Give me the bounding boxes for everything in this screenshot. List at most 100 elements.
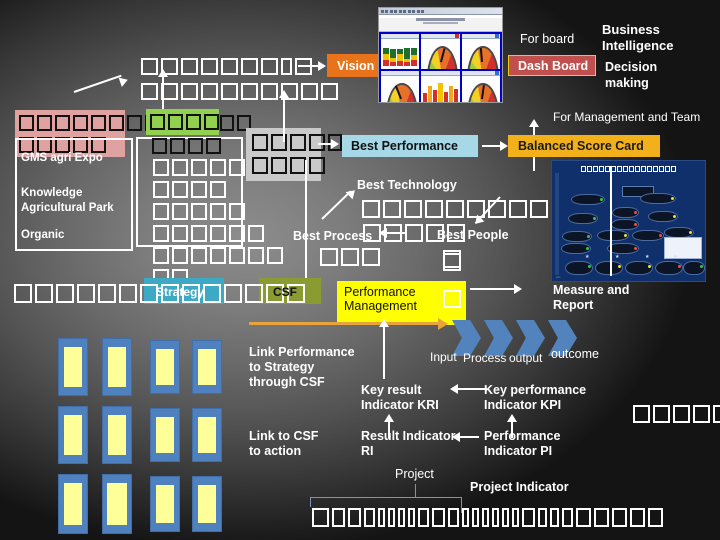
- project-card[interactable]: [150, 340, 180, 394]
- project-bracket-center-stem: [415, 484, 416, 497]
- network-diagram-marker-icon: ★: [585, 254, 590, 260]
- project-card-inner: [64, 347, 82, 387]
- network-diagram-marker-icon: ★: [673, 254, 678, 260]
- decision-making-line2: making: [605, 76, 649, 90]
- left-panel-item-knowledge-line2: Agricultural Park: [21, 202, 114, 214]
- connector-kri-to-pm: [383, 325, 385, 379]
- connector-pi-to-kpi-arrowhead: [507, 414, 517, 422]
- dashboard-screenshot-thumbnail: [378, 7, 503, 103]
- project-card-inner: [64, 483, 82, 525]
- network-diagram-node: [632, 230, 664, 241]
- network-diagram-node: [595, 261, 623, 275]
- network-diagram-node: [648, 211, 678, 222]
- input-label: Input: [430, 350, 457, 364]
- dash-board-label: Dash Board: [518, 58, 589, 73]
- connector-gray-up: [283, 96, 285, 142]
- best-people-pointer-icon: [466, 194, 501, 228]
- performance-indicator-line2: Indicator PI: [484, 444, 553, 458]
- project-card[interactable]: [192, 340, 222, 394]
- dashboard-header: [379, 18, 502, 32]
- dashboard-titlebar: [379, 8, 502, 15]
- project-card-inner: [156, 485, 174, 523]
- best-process-label: Best Process: [293, 229, 373, 243]
- connector-bsc-to-dashboard-arrowhead: [529, 119, 539, 127]
- thai-text-technology-row: [362, 200, 551, 218]
- thai-text-center-row-2: [153, 181, 229, 198]
- project-card-inner: [198, 485, 216, 523]
- vision-box[interactable]: Vision: [327, 54, 384, 77]
- connector-pi-to-ri-arrowhead: [452, 432, 460, 442]
- dashboard-panel-gauge-3: [381, 71, 420, 102]
- thai-text-under-process-row: [320, 248, 383, 266]
- best-performance-box[interactable]: Best Performance: [342, 135, 478, 157]
- balanced-score-card-label: Balanced Score Card: [518, 139, 644, 153]
- thai-text-center-row-5: [153, 247, 286, 264]
- network-diagram-node: [683, 261, 705, 275]
- project-card[interactable]: [102, 474, 132, 534]
- best-technology-pointer-icon: [321, 186, 359, 222]
- link-performance-line3: through CSF: [249, 375, 325, 389]
- thai-text-top-row-2: [141, 83, 341, 100]
- project-card[interactable]: [150, 408, 180, 462]
- project-bracket-horizontal: [310, 497, 462, 498]
- measure-and-report-line2: Report: [553, 298, 594, 312]
- project-card-inner: [64, 415, 82, 455]
- dash-board-box[interactable]: Dash Board: [508, 55, 596, 76]
- strategy-label: Strategy: [156, 284, 205, 299]
- measure-and-report-line1: Measure and: [553, 283, 630, 297]
- project-card[interactable]: [58, 474, 88, 534]
- link-to-csf-line2: to action: [249, 444, 302, 458]
- left-panel-item-gms: GMS agri Expo: [21, 152, 103, 164]
- project-card[interactable]: [192, 408, 222, 462]
- thai-text-center-row-1: [153, 159, 248, 176]
- project-label: Project: [395, 467, 434, 481]
- project-card[interactable]: [102, 338, 132, 396]
- network-diagram-node: [565, 261, 593, 275]
- performance-management-line1: Performance: [344, 285, 416, 299]
- thai-text-pm-side-top: [443, 253, 464, 271]
- vision-label: Vision: [337, 58, 375, 73]
- connector-kri-to-pm-arrowhead: [379, 319, 389, 327]
- result-indicator-line2: RI: [361, 444, 374, 458]
- key-result-indicator-line2: Indicator KRI: [361, 398, 439, 412]
- network-diagram-node: [611, 219, 639, 230]
- connector-bsc-to-network: [610, 166, 612, 276]
- network-diagram-node: [625, 261, 653, 275]
- best-technology-label: Best Technology: [357, 178, 457, 192]
- dashboard-panel-gauge-1: [421, 34, 460, 69]
- project-card-inner: [108, 347, 126, 387]
- strategy-box[interactable]: Strategy: [148, 282, 208, 301]
- connector-gray-to-bestperf-arrowhead: [331, 139, 339, 149]
- thai-text-black-row: [152, 138, 224, 154]
- project-card[interactable]: [58, 406, 88, 464]
- project-card-inner: [198, 349, 216, 385]
- connector-pi-to-ri: [457, 436, 479, 438]
- project-card[interactable]: [102, 406, 132, 464]
- thai-text-gray-row-2: [252, 157, 328, 174]
- key-performance-indicator-line2: Indicator KPI: [484, 398, 562, 412]
- project-card[interactable]: [150, 476, 180, 532]
- for-board-label: For board: [520, 32, 575, 46]
- business-intelligence-line2: Intelligence: [602, 38, 674, 53]
- key-result-indicator-line1: Key result: [361, 383, 422, 397]
- project-card-inner: [198, 417, 216, 453]
- dashboard-panel-gauge-2: [461, 34, 500, 69]
- key-performance-indicator-line1: Key performance: [484, 383, 587, 397]
- thai-text-pm-side-bottom: [443, 290, 464, 308]
- process-label: Process: [463, 351, 507, 365]
- project-card-inner: [156, 417, 174, 453]
- project-card[interactable]: [192, 476, 222, 532]
- project-card[interactable]: [58, 338, 88, 396]
- dashboard-panel-gauge-4: [461, 71, 500, 102]
- project-bracket-left-tick: [310, 497, 311, 507]
- connector-ri-to-kri-arrowhead: [384, 414, 394, 422]
- left-panel-item-knowledge-line1: Knowledge: [21, 187, 83, 199]
- balanced-score-card-box[interactable]: Balanced Score Card: [508, 135, 660, 157]
- left-panel-item-organic: Organic: [21, 229, 65, 241]
- connector-pm-to-measure: [470, 288, 518, 290]
- connector-gray-to-csf: [305, 160, 307, 282]
- project-card-inner: [107, 483, 127, 525]
- gold-link-arrowhead: [438, 318, 448, 330]
- diagonal-arrow-icon: [73, 74, 130, 96]
- csf-box[interactable]: CSF: [264, 282, 306, 301]
